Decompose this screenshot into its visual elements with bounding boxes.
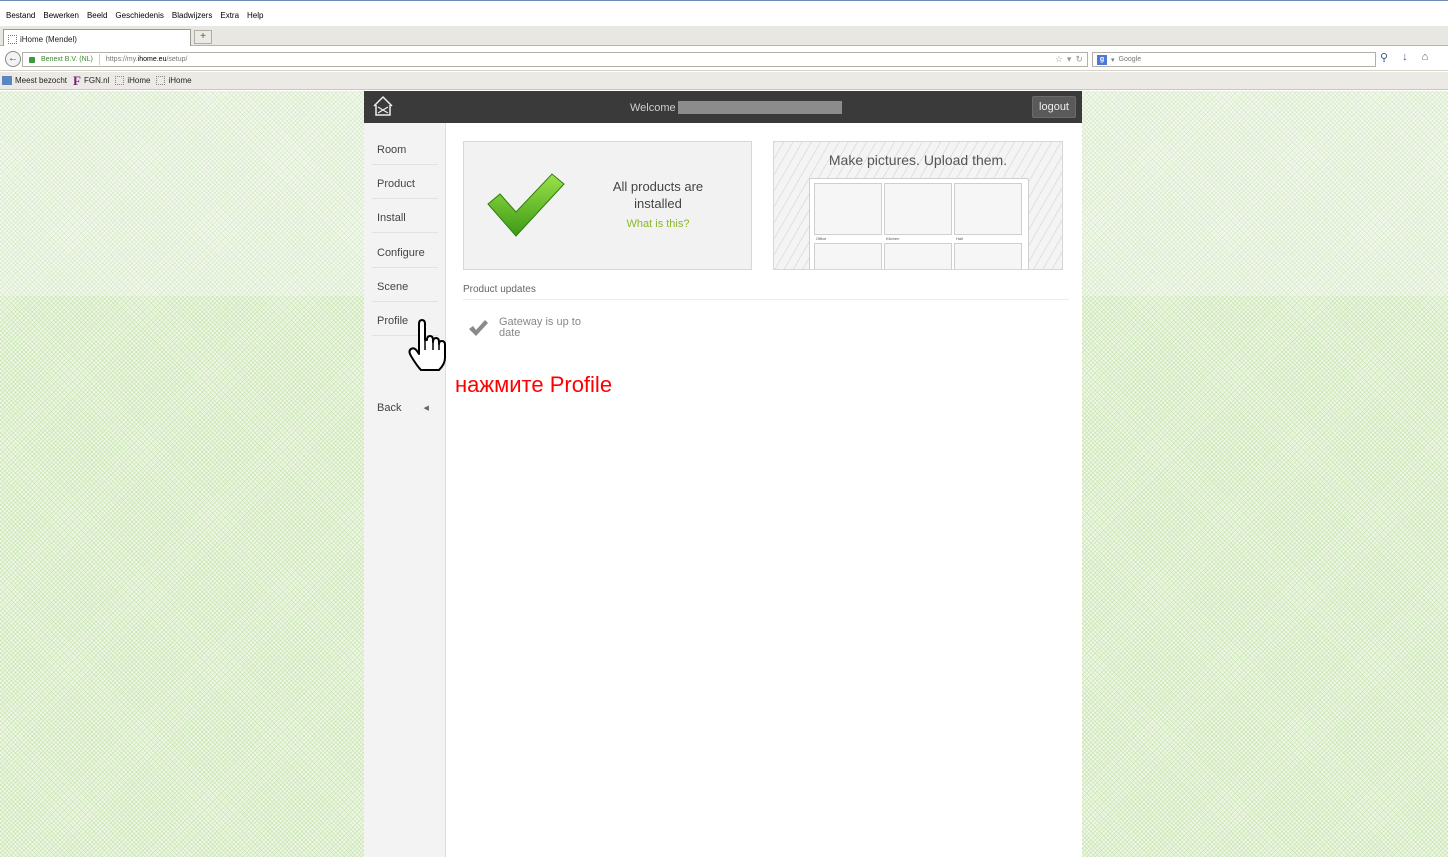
tab-strip: iHome (Mendel) +: [0, 26, 1448, 46]
install-status-card: All products are installed What is this?: [463, 141, 752, 270]
menu: Bestand Bewerken Beeld Geschiedenis Blad…: [6, 11, 263, 20]
address-bar[interactable]: Benext B.V. (NL) https://my.ihome.eu/set…: [22, 52, 1088, 67]
menu-item-geschiedenis[interactable]: Geschiedenis: [115, 11, 163, 20]
menu-item-bestand[interactable]: Bestand: [6, 11, 35, 20]
annotation-text: нажмите Profile: [455, 372, 613, 397]
sidebar-item-install[interactable]: Install: [372, 199, 438, 233]
welcome-text: Welcome: [630, 101, 842, 114]
dropdown-icon[interactable]: ▾: [1067, 54, 1072, 65]
search-icon[interactable]: ⚲: [1380, 51, 1388, 64]
bookmark-meest-bezocht[interactable]: Meest bezocht: [2, 76, 67, 85]
divider: [463, 299, 1069, 300]
gateway-status: Gateway is up to date: [499, 316, 581, 339]
menu-item-bewerken[interactable]: Bewerken: [43, 11, 79, 20]
site-identity[interactable]: Benext B.V. (NL): [41, 56, 93, 63]
folder-icon: [2, 76, 12, 85]
navigation-bar: ← Benext B.V. (NL) https://my.ihome.eu/s…: [0, 47, 1448, 71]
bookmark-ihome-1[interactable]: iHome: [115, 76, 150, 85]
page-background: Welcome logout Room Product Install Conf…: [0, 91, 1448, 857]
room-label-kitchen: Kitchen: [886, 236, 900, 241]
fgn-logo-icon: F: [73, 72, 81, 88]
room-tile-kitchen: [884, 183, 952, 235]
page-icon: [156, 76, 166, 85]
page-icon: [115, 76, 125, 85]
sidebar-item-configure[interactable]: Configure: [372, 234, 438, 268]
caret-left-icon: ◀: [423, 405, 429, 412]
product-updates-heading: Product updates: [463, 284, 536, 295]
what-is-this-link[interactable]: What is this?: [594, 218, 722, 230]
bookmark-ihome-2[interactable]: iHome: [156, 76, 192, 85]
green-checkmark-icon: [487, 173, 565, 237]
room-label-office: Office: [816, 236, 827, 241]
status-message: All products are installed: [612, 179, 704, 211]
bookmark-fgn[interactable]: F FGN.nl: [73, 73, 109, 89]
checkmark-icon: [469, 320, 488, 336]
room-tile-office: [814, 183, 882, 235]
app-header: Welcome logout: [364, 91, 1082, 123]
url-text: https://my.ihome.eu/setup/: [105, 56, 188, 63]
room-tile: [814, 243, 882, 269]
sidebar-item-product[interactable]: Product: [372, 165, 438, 199]
room-tile: [884, 243, 952, 269]
search-placeholder: Google: [1118, 56, 1142, 63]
back-label: Back: [377, 402, 402, 414]
home-icon[interactable]: ⌂: [1422, 51, 1429, 64]
star-icon[interactable]: ☆: [1055, 54, 1063, 65]
search-bar[interactable]: g ▾ Google: [1092, 52, 1376, 67]
menu-item-beeld[interactable]: Beeld: [87, 11, 107, 20]
sidebar-item-room[interactable]: Room: [372, 131, 438, 165]
dropdown-icon[interactable]: ▾: [1111, 56, 1115, 64]
logout-button[interactable]: logout: [1032, 96, 1076, 118]
back-arrow-icon[interactable]: ←: [5, 51, 21, 67]
download-icon[interactable]: ↓: [1402, 51, 1408, 64]
reload-icon[interactable]: ↻: [1075, 54, 1083, 65]
room-grid-preview: Office Kitchen Hall: [809, 178, 1029, 269]
main-content: All products are installed What is this?…: [446, 123, 1082, 857]
sidebar: Room Product Install Configure Scene Pro…: [364, 123, 446, 857]
bookmarks-bar: Meest bezocht F FGN.nl iHome iHome: [0, 72, 1448, 90]
room-label-hall: Hall: [956, 236, 963, 241]
pictures-card[interactable]: Make pictures. Upload them. Office Kitch…: [773, 141, 1063, 270]
back-button[interactable]: Back ◀: [377, 402, 429, 414]
google-icon[interactable]: g: [1097, 54, 1107, 65]
pictures-headline: Make pictures. Upload them.: [828, 152, 1008, 168]
browser-menubar: Bestand Bewerken Beeld Geschiedenis Blad…: [0, 0, 1448, 26]
tab-title: iHome (Mendel): [20, 35, 77, 44]
page-icon: [8, 35, 17, 44]
menu-item-bladwijzers[interactable]: Bladwijzers: [172, 11, 212, 20]
lock-icon: [29, 56, 35, 63]
tab-ihome[interactable]: iHome (Mendel): [3, 29, 191, 46]
divider: [98, 54, 100, 65]
new-tab-button[interactable]: +: [194, 30, 212, 44]
hand-cursor-icon: [408, 319, 446, 371]
toolbar-icons: ⚲ ↓ ⌂: [1380, 51, 1428, 64]
room-tile-hall: [954, 183, 1022, 235]
house-logo-icon[interactable]: [372, 95, 394, 117]
sidebar-item-scene[interactable]: Scene: [372, 268, 438, 302]
room-tile: [954, 243, 1022, 269]
address-tools: ☆ ▾ ↻: [1055, 54, 1083, 65]
menu-item-help[interactable]: Help: [247, 11, 263, 20]
redacted-username: [677, 101, 842, 114]
menu-item-extra[interactable]: Extra: [220, 11, 239, 20]
